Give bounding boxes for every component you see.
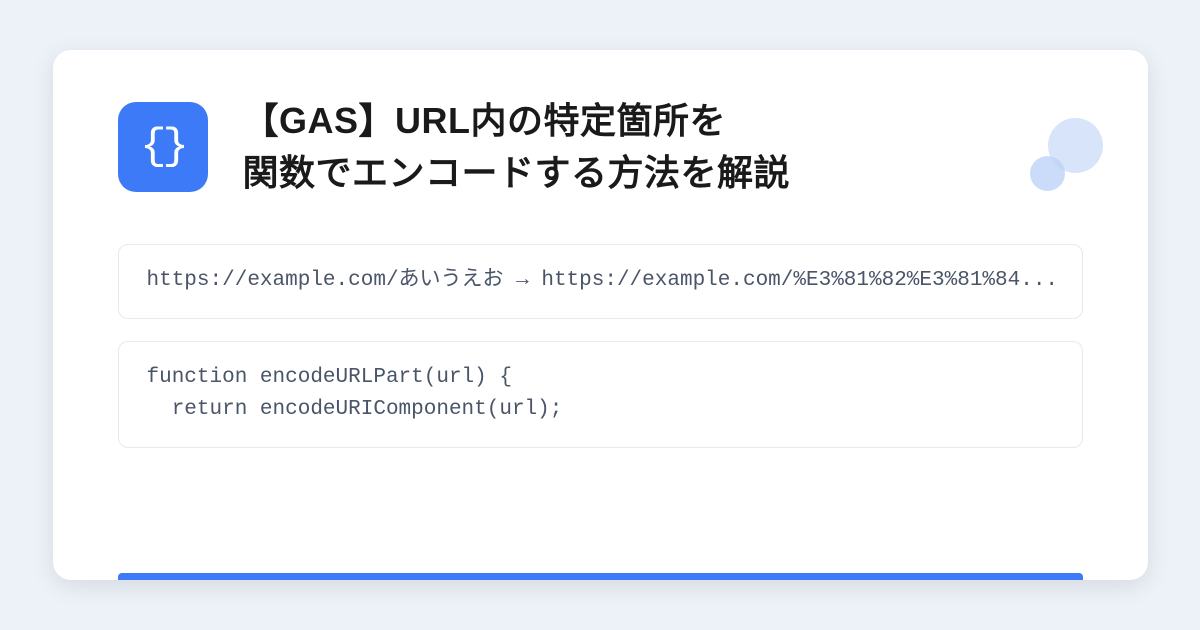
braces-icon: {} [140,122,185,172]
code-line-2: return encodeURIComponent(url); [147,398,563,421]
article-card: {} 【GAS】URL内の特定箇所を 関数でエンコードする方法を解説 https… [53,50,1148,580]
code-block: function encodeURLPart(url) { return enc… [118,341,1083,448]
title-line-1: 【GAS】URL内の特定箇所を [243,100,727,141]
code-line-1: function encodeURLPart(url) { [147,366,512,389]
header: {} 【GAS】URL内の特定箇所を 関数でエンコードする方法を解説 [118,95,1083,199]
example-block: https://example.com/あいうえお → https://exam… [118,244,1083,319]
title-line-2: 関数でエンコードする方法を解説 [243,152,791,193]
example-text: https://example.com/あいうえお → https://exam… [147,269,1059,292]
article-title: 【GAS】URL内の特定箇所を 関数でエンコードする方法を解説 [243,95,791,199]
category-icon-box: {} [118,102,208,192]
accent-bar [118,573,1083,580]
